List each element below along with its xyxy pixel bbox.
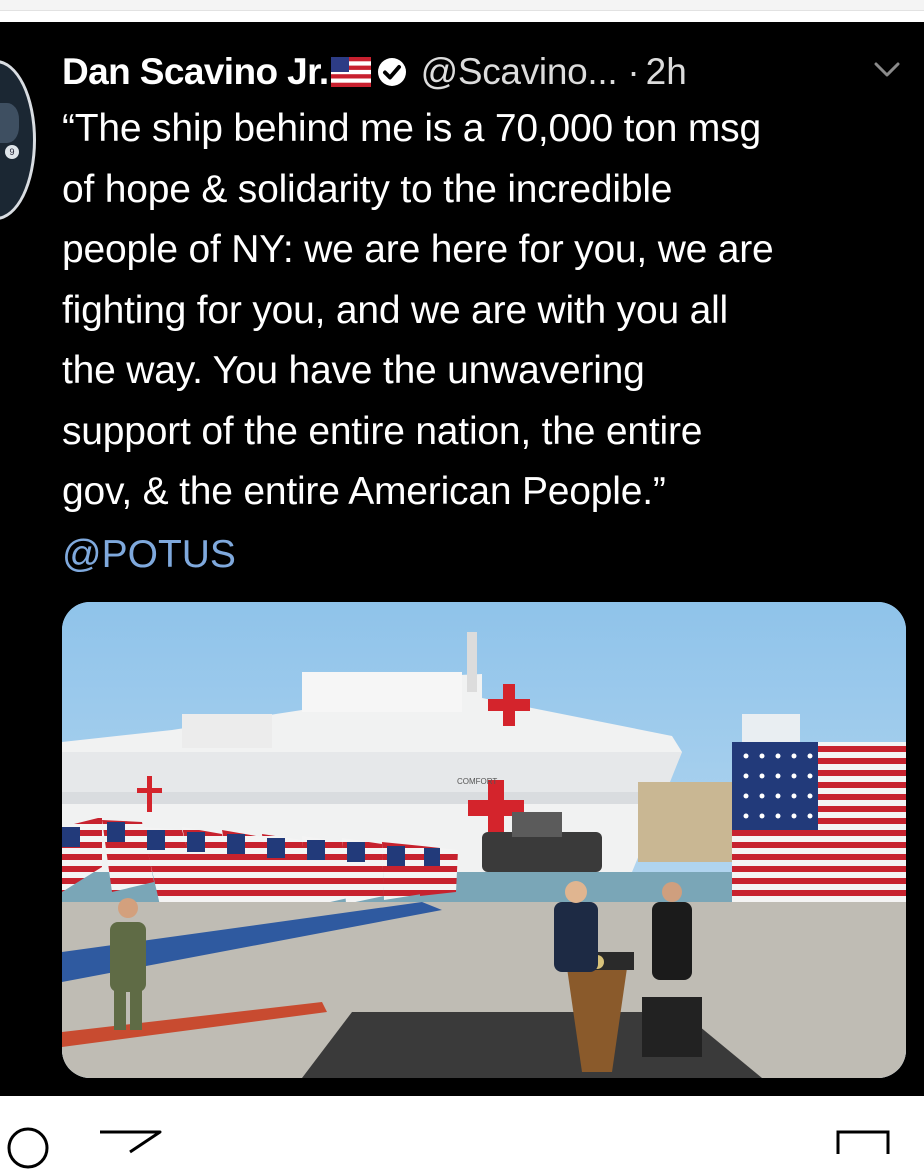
send-icon[interactable] — [98, 1130, 162, 1154]
verified-badge-icon — [377, 57, 407, 87]
chevron-down-icon[interactable] — [870, 58, 904, 82]
bookmark-icon[interactable] — [836, 1130, 890, 1154]
timestamp[interactable]: 2h — [646, 51, 687, 93]
avatar[interactable]: 9 — [0, 60, 36, 220]
ship-hull-label: COMFORT — [457, 777, 497, 786]
mention-link[interactable]: @POTUS — [62, 525, 236, 585]
tweet-header: Dan Scavino Jr. @Scavino... · 2h — [62, 49, 687, 95]
comment-icon[interactable] — [6, 1126, 50, 1170]
author-handle[interactable]: @Scavino... — [421, 51, 618, 93]
tweet-card: 9 Dan Scavino Jr. @Scavino... · 2h “The … — [0, 22, 924, 1096]
tweet-text: “The ship behind me is a 70,000 ton msg … — [62, 107, 774, 513]
top-divider — [0, 0, 924, 11]
action-bar — [0, 1096, 924, 1169]
us-flag-icon — [330, 57, 371, 87]
tweet-photo[interactable]: COMFORT — [62, 602, 906, 1078]
separator: · — [627, 51, 640, 92]
author-name[interactable]: Dan Scavino Jr. — [62, 51, 329, 93]
